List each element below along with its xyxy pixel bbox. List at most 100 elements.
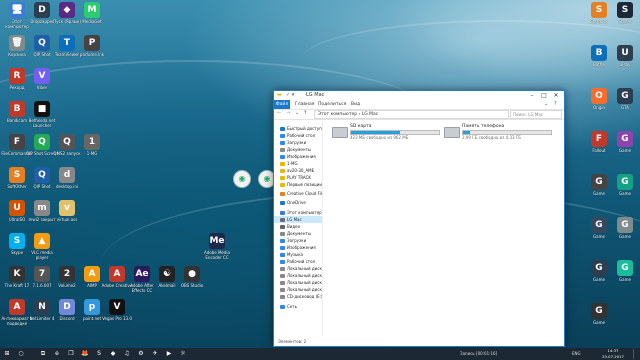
nav-item[interactable]: Изображения	[274, 244, 322, 251]
taskbar-app-button[interactable]: e	[52, 349, 62, 359]
nav-item[interactable]: 1-MG	[274, 160, 322, 167]
desktop-icon[interactable]: G Game	[612, 131, 638, 165]
taskbar-app-button[interactable]: ☼	[178, 349, 188, 359]
nav-item-label: PLAY TRACK	[287, 175, 312, 180]
taskbar-app-button[interactable]: ⚙	[136, 349, 146, 359]
desktop-icon-label: 1-MG	[86, 151, 98, 156]
app-icon: D	[59, 299, 75, 315]
clock[interactable]: 14:37 23.07.2017	[598, 348, 628, 360]
address-bar[interactable]: Этот компьютер › LG Mac	[314, 110, 509, 119]
desktop-icon[interactable]: 1 1-MG	[79, 134, 105, 168]
taskbar-app-button[interactable]: 🦊	[80, 349, 90, 359]
language-indicator[interactable]: ENG	[572, 348, 581, 360]
nav-item[interactable]: av20-30_AME	[274, 167, 322, 174]
desktop-icon-label: MediaGet	[82, 19, 102, 24]
start-button[interactable]: ⊞	[2, 349, 12, 359]
desktop-icon[interactable]: ▲ VLC media player	[29, 233, 55, 267]
nav-item[interactable]: Локальный диск	[274, 286, 322, 293]
forward-arrow-icon[interactable]: →	[286, 110, 290, 116]
desktop-icon[interactable]: G Game	[612, 174, 638, 208]
minimize-button[interactable]: –	[526, 91, 538, 100]
desktop-icon[interactable]: G Game	[612, 217, 638, 251]
taskbar-app-button[interactable]: ♫	[122, 349, 132, 359]
chevron-down-icon[interactable]: ⌄	[544, 101, 548, 107]
nav-item[interactable]: Быстрый доступ	[274, 125, 322, 132]
app-icon: p	[84, 299, 100, 315]
app-icon: S	[9, 167, 25, 183]
nav-item[interactable]: Документы	[274, 230, 322, 237]
app-icon: G	[617, 174, 633, 190]
recent-locations-icon[interactable]: ⌄	[295, 110, 299, 116]
nav-item[interactable]: OneDrive	[274, 199, 322, 206]
desktop-icon[interactable]: V Vegas Pro 13.0	[102, 299, 132, 333]
title-bar[interactable]: ▬ ✓ ▾ LG Mac – □ ✕	[274, 91, 564, 100]
desktop-icon[interactable]: v virtual.ass	[54, 200, 80, 234]
nav-item[interactable]: Музыка	[274, 251, 322, 258]
nav-item[interactable]: Рабочий стол	[274, 132, 322, 139]
nav-item[interactable]: Creative Cloud Fil	[274, 190, 322, 197]
nav-item[interactable]: Документы	[274, 146, 322, 153]
help-icon[interactable]: ?	[554, 101, 557, 107]
back-arrow-icon[interactable]: ←	[277, 110, 281, 116]
close-button[interactable]: ✕	[550, 91, 562, 100]
nav-item[interactable]: Рабочий стол	[274, 258, 322, 265]
taskbar-app-button[interactable]: S	[94, 349, 104, 359]
desktop-icon[interactable]: ■ Bethesda.net Launcher	[29, 101, 55, 135]
search-icon[interactable]: ○	[16, 349, 26, 359]
taskbar-app-button[interactable]: ▶	[164, 349, 174, 359]
desktop-icon[interactable]: S Steam	[612, 2, 638, 36]
nav-item-icon	[280, 246, 285, 250]
tab-view[interactable]: Вид	[351, 100, 360, 109]
desktop-icon-label: virtual.ass	[56, 217, 78, 222]
nav-item[interactable]: Изображения	[274, 153, 322, 160]
desktop-icon[interactable]: G Game	[612, 260, 638, 294]
tab-share[interactable]: Поделиться	[318, 100, 346, 109]
desktop-icon[interactable]: M MediaGet	[79, 2, 105, 36]
nav-item[interactable]: CD-дисковод (E:)	[274, 293, 322, 300]
nav-item[interactable]: Видео	[274, 223, 322, 230]
taskbar-app-button[interactable]: ⧉	[38, 349, 48, 359]
maximize-button[interactable]: □	[538, 91, 550, 100]
nav-item[interactable]: Локальный диск	[274, 279, 322, 286]
nav-item-icon	[280, 260, 285, 264]
device-phone-memory[interactable]: Память телефона 3,99 ГБ свободно из 4,33…	[442, 124, 552, 140]
taskbar: ⊞ ○ ⧉ e ❐ 🦊 S ◆ ♫ ⚙ ✈ ▶ ☼ Запись [00:01:16] ENG 14…	[0, 348, 640, 360]
nav-item[interactable]: Этот компьютер	[274, 209, 322, 216]
app-icon: K	[9, 266, 25, 282]
floating-app-icon[interactable]: ◉	[233, 170, 251, 188]
quick-access-toolbar-icon[interactable]: ✓ ▾	[286, 92, 294, 98]
navigation-pane: Быстрый доступ Рабочий стол Загрузки Докуме…	[274, 121, 323, 336]
nav-item[interactable]: PLAY TRACK	[274, 174, 322, 181]
nav-item-icon	[280, 274, 285, 278]
taskbar-app-button[interactable]: ◆	[108, 349, 118, 359]
nav-item[interactable]: Загрузки	[274, 139, 322, 146]
app-icon: G	[591, 217, 607, 233]
app-icon: U	[617, 45, 633, 61]
nav-item[interactable]: Загрузки	[274, 237, 322, 244]
nav-item-icon	[280, 134, 285, 138]
search-input[interactable]: Поиск: LG Mac	[510, 110, 562, 119]
nav-item[interactable]: LG Mac	[274, 216, 322, 223]
recording-indicator[interactable]: Запись [00:01:16]	[460, 348, 497, 360]
desktop-icon[interactable]: G Game	[586, 303, 612, 337]
nav-item[interactable]: Сеть	[274, 303, 322, 310]
tab-home[interactable]: Главная	[295, 100, 314, 109]
desktop-icon[interactable]: Pparfume.lnk	[79, 35, 105, 69]
show-desktop-button[interactable]	[633, 349, 639, 359]
desktop-icon[interactable]: d desktop.ini	[54, 167, 80, 201]
desktop-icon[interactable]: Me Adobe Media Encoder CC	[204, 233, 230, 267]
nav-item[interactable]: Локальный диск	[274, 265, 322, 272]
taskbar-app-button[interactable]: ❐	[66, 349, 76, 359]
tab-file[interactable]: Файл	[274, 100, 290, 109]
desktop-icon[interactable]: ● OBS Studio	[179, 266, 205, 300]
desktop-icon[interactable]: V Viber	[29, 68, 55, 102]
device-sd-card[interactable]: SD карта 423 МБ свободно из 962 МБ	[330, 124, 440, 140]
desktop-icon-label: Game	[593, 320, 605, 325]
desktop-icon[interactable]: UuPlay	[612, 45, 638, 79]
app-icon: 🖥	[9, 2, 25, 18]
desktop-icon[interactable]: G GTA	[612, 88, 638, 122]
up-arrow-icon[interactable]: ↑	[303, 110, 307, 116]
nav-item[interactable]: Первые позиции	[274, 181, 322, 188]
taskbar-app-button[interactable]: ✈	[150, 349, 160, 359]
nav-item[interactable]: Локальный диск	[274, 272, 322, 279]
